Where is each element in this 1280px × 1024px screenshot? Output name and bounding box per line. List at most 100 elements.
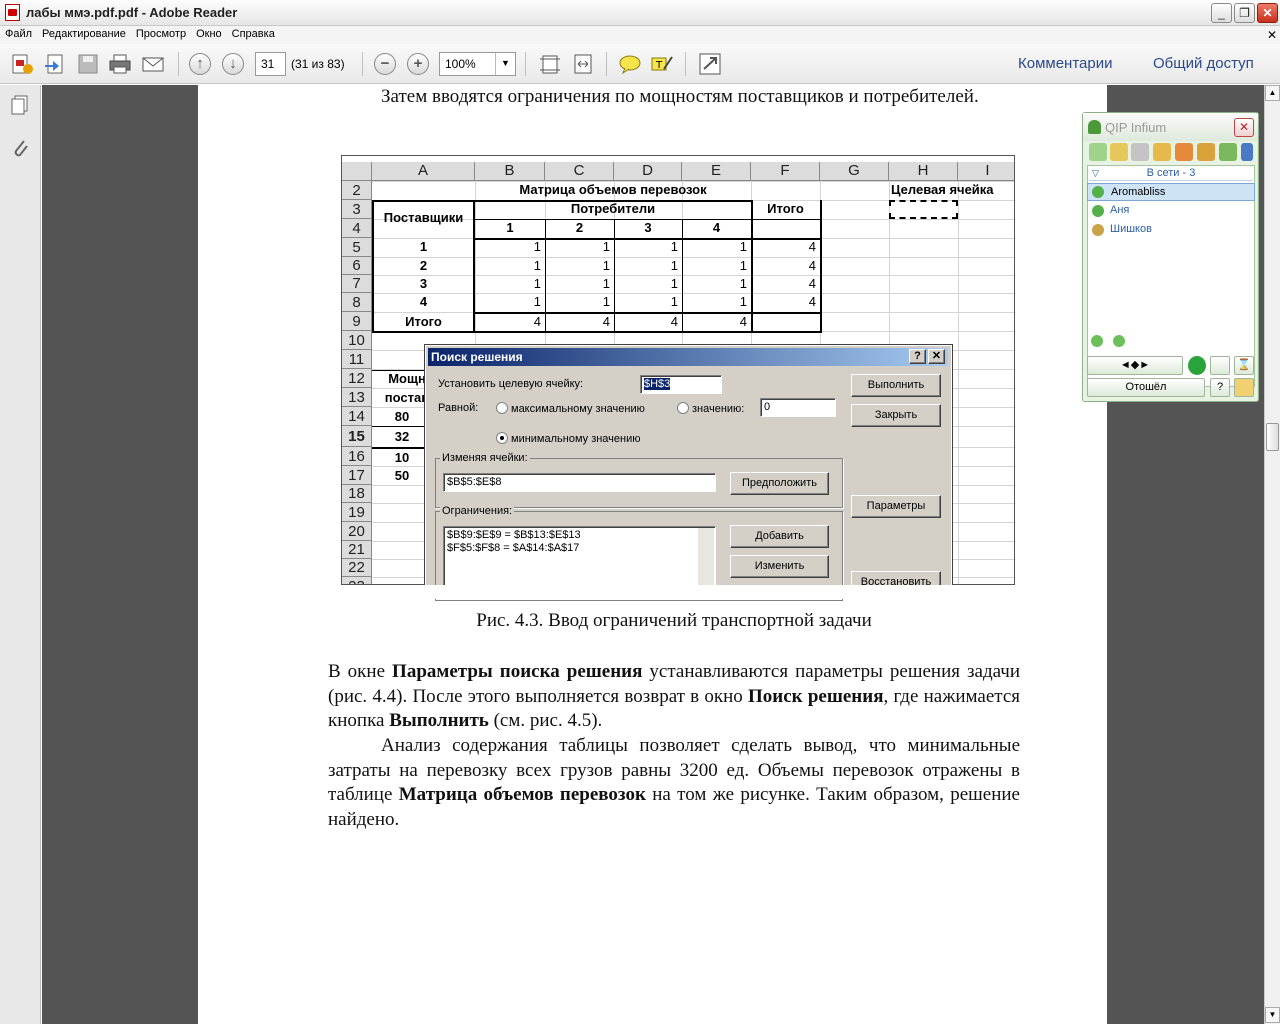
- comment-icon[interactable]: [618, 53, 642, 75]
- fullscreen-icon[interactable]: [698, 53, 722, 75]
- qip-close-icon[interactable]: ✕: [1234, 118, 1254, 137]
- max-radio[interactable]: [496, 402, 508, 414]
- close-dialog-button[interactable]: Закрыть: [851, 404, 941, 427]
- supplier-id: 3: [419, 276, 428, 291]
- create-pdf-icon[interactable]: [10, 53, 34, 75]
- qip-xstatus-icon[interactable]: [1113, 335, 1125, 347]
- vertical-scrollbar[interactable]: ▲ ▼: [1264, 85, 1280, 1024]
- row-header: 15: [342, 426, 372, 447]
- suppliers-header: Поставщики: [383, 210, 464, 225]
- value-input[interactable]: 0: [760, 398, 836, 417]
- menu-edit[interactable]: Редактирование: [37, 26, 131, 40]
- fit-width-icon[interactable]: [571, 53, 595, 75]
- next-page-button[interactable]: ↓: [222, 53, 244, 75]
- qip-history-icon[interactable]: [1110, 143, 1128, 161]
- qip-contact[interactable]: Шишков: [1087, 221, 1255, 239]
- qip-help-icon[interactable]: ?: [1210, 378, 1230, 397]
- col-header: G: [820, 162, 889, 181]
- matrix-value: 1: [533, 258, 541, 273]
- value-radio[interactable]: [677, 402, 689, 414]
- qip-sound-off-icon[interactable]: [1131, 143, 1149, 161]
- qip-contact[interactable]: Aromabliss: [1087, 183, 1255, 201]
- constraint-item[interactable]: $F$5:$F$8 = $A$14:$A$17: [447, 542, 712, 555]
- highlight-icon[interactable]: T: [650, 53, 674, 75]
- print-icon[interactable]: [108, 53, 132, 75]
- qip-group-header[interactable]: В сети - 3: [1089, 167, 1253, 181]
- row-header: 12: [342, 369, 372, 388]
- col-header: D: [614, 162, 682, 181]
- row-header: 19: [342, 503, 372, 522]
- target-cell-input[interactable]: $H$3: [640, 375, 722, 394]
- minimize-button[interactable]: _: [1211, 3, 1232, 23]
- share-link[interactable]: Общий доступ: [1153, 55, 1254, 72]
- row-header: 2: [342, 181, 372, 200]
- prev-page-button[interactable]: ↑: [189, 53, 211, 75]
- matrix-value: 1: [602, 276, 610, 291]
- add-button[interactable]: Добавить: [730, 525, 829, 548]
- total-row-value: 4: [602, 314, 610, 329]
- total-row-value: 4: [739, 314, 747, 329]
- min-radio-label: минимальному значению: [511, 433, 641, 445]
- run-button[interactable]: Выполнить: [851, 374, 941, 397]
- qip-files-icon[interactable]: [1153, 143, 1171, 161]
- row-header: 3: [342, 200, 372, 219]
- email-icon[interactable]: [141, 53, 165, 75]
- navigation-pane: [0, 85, 41, 1024]
- qip-phone-icon[interactable]: [1188, 356, 1206, 375]
- row-header: 7: [342, 275, 372, 293]
- matrix-value: 4: [808, 258, 816, 273]
- zoom-in-button[interactable]: +: [407, 53, 429, 75]
- changing-cells-input[interactable]: $B$5:$E$8: [443, 473, 716, 492]
- row-header: 18: [342, 485, 372, 503]
- qip-search-icon[interactable]: [1210, 356, 1230, 375]
- qip-status-button[interactable]: Отошёл: [1087, 378, 1205, 397]
- pages-panel-icon[interactable]: [8, 93, 32, 117]
- save-icon[interactable]: [76, 53, 100, 75]
- total-row-value: 4: [533, 314, 541, 329]
- zoom-out-button[interactable]: −: [374, 53, 396, 75]
- consumer-id: 2: [575, 220, 584, 235]
- menu-help[interactable]: Справка: [227, 26, 280, 40]
- qip-more-icon[interactable]: [1241, 143, 1253, 161]
- row-header: 23: [342, 577, 372, 584]
- qip-calendar-icon[interactable]: [1175, 143, 1193, 161]
- dialog-close-button[interactable]: ✕: [928, 349, 945, 364]
- qip-collapse-icon[interactable]: ▽: [1092, 168, 1099, 179]
- dialog-help-button[interactable]: ?: [909, 349, 926, 364]
- capacity-value: 32: [394, 429, 410, 444]
- matrix-value: 1: [670, 294, 678, 309]
- menu-file[interactable]: Файл: [0, 26, 37, 40]
- qip-nav-button[interactable]: ◄◆►: [1087, 356, 1183, 375]
- guess-button[interactable]: Предположить: [730, 472, 829, 495]
- scroll-up-icon[interactable]: ▲: [1265, 85, 1280, 101]
- total-col-header: Итого: [767, 201, 804, 216]
- menu-close-icon[interactable]: ✕: [1267, 28, 1277, 42]
- export-icon[interactable]: [43, 53, 67, 75]
- options-button[interactable]: Параметры: [851, 495, 941, 518]
- comments-link[interactable]: Комментарии: [1018, 55, 1112, 72]
- attachments-icon[interactable]: [8, 135, 32, 159]
- row-header: 4: [342, 219, 372, 238]
- zoom-select[interactable]: 100% ▼: [439, 52, 516, 76]
- qip-plugins-icon[interactable]: [1219, 143, 1237, 161]
- col-header: B: [475, 162, 545, 181]
- constraint-item[interactable]: $B$9:$E$9 = $B$13:$E$13: [447, 529, 712, 542]
- qip-tools-icon[interactable]: [1197, 143, 1215, 161]
- row-header: 16: [342, 447, 372, 466]
- qip-contact[interactable]: Аня: [1087, 202, 1255, 220]
- restore-button[interactable]: ❐: [1234, 3, 1255, 23]
- menu-view[interactable]: Просмотр: [131, 26, 191, 40]
- close-button[interactable]: ✕: [1257, 3, 1278, 23]
- change-button[interactable]: Изменить: [730, 555, 829, 578]
- page-number-input[interactable]: 31: [255, 52, 286, 76]
- qip-status-icon[interactable]: [1091, 335, 1103, 347]
- qip-user-icon[interactable]: [1234, 378, 1254, 397]
- qip-timer-icon[interactable]: ⌛: [1234, 356, 1254, 375]
- menu-window[interactable]: Окно: [191, 26, 227, 40]
- fit-page-icon[interactable]: [538, 53, 562, 75]
- scroll-thumb[interactable]: [1266, 423, 1279, 451]
- min-radio[interactable]: [496, 432, 508, 444]
- qip-contacts-icon[interactable]: [1089, 143, 1107, 161]
- scroll-down-icon[interactable]: ▼: [1265, 1007, 1280, 1023]
- chevron-down-icon[interactable]: ▼: [495, 53, 515, 75]
